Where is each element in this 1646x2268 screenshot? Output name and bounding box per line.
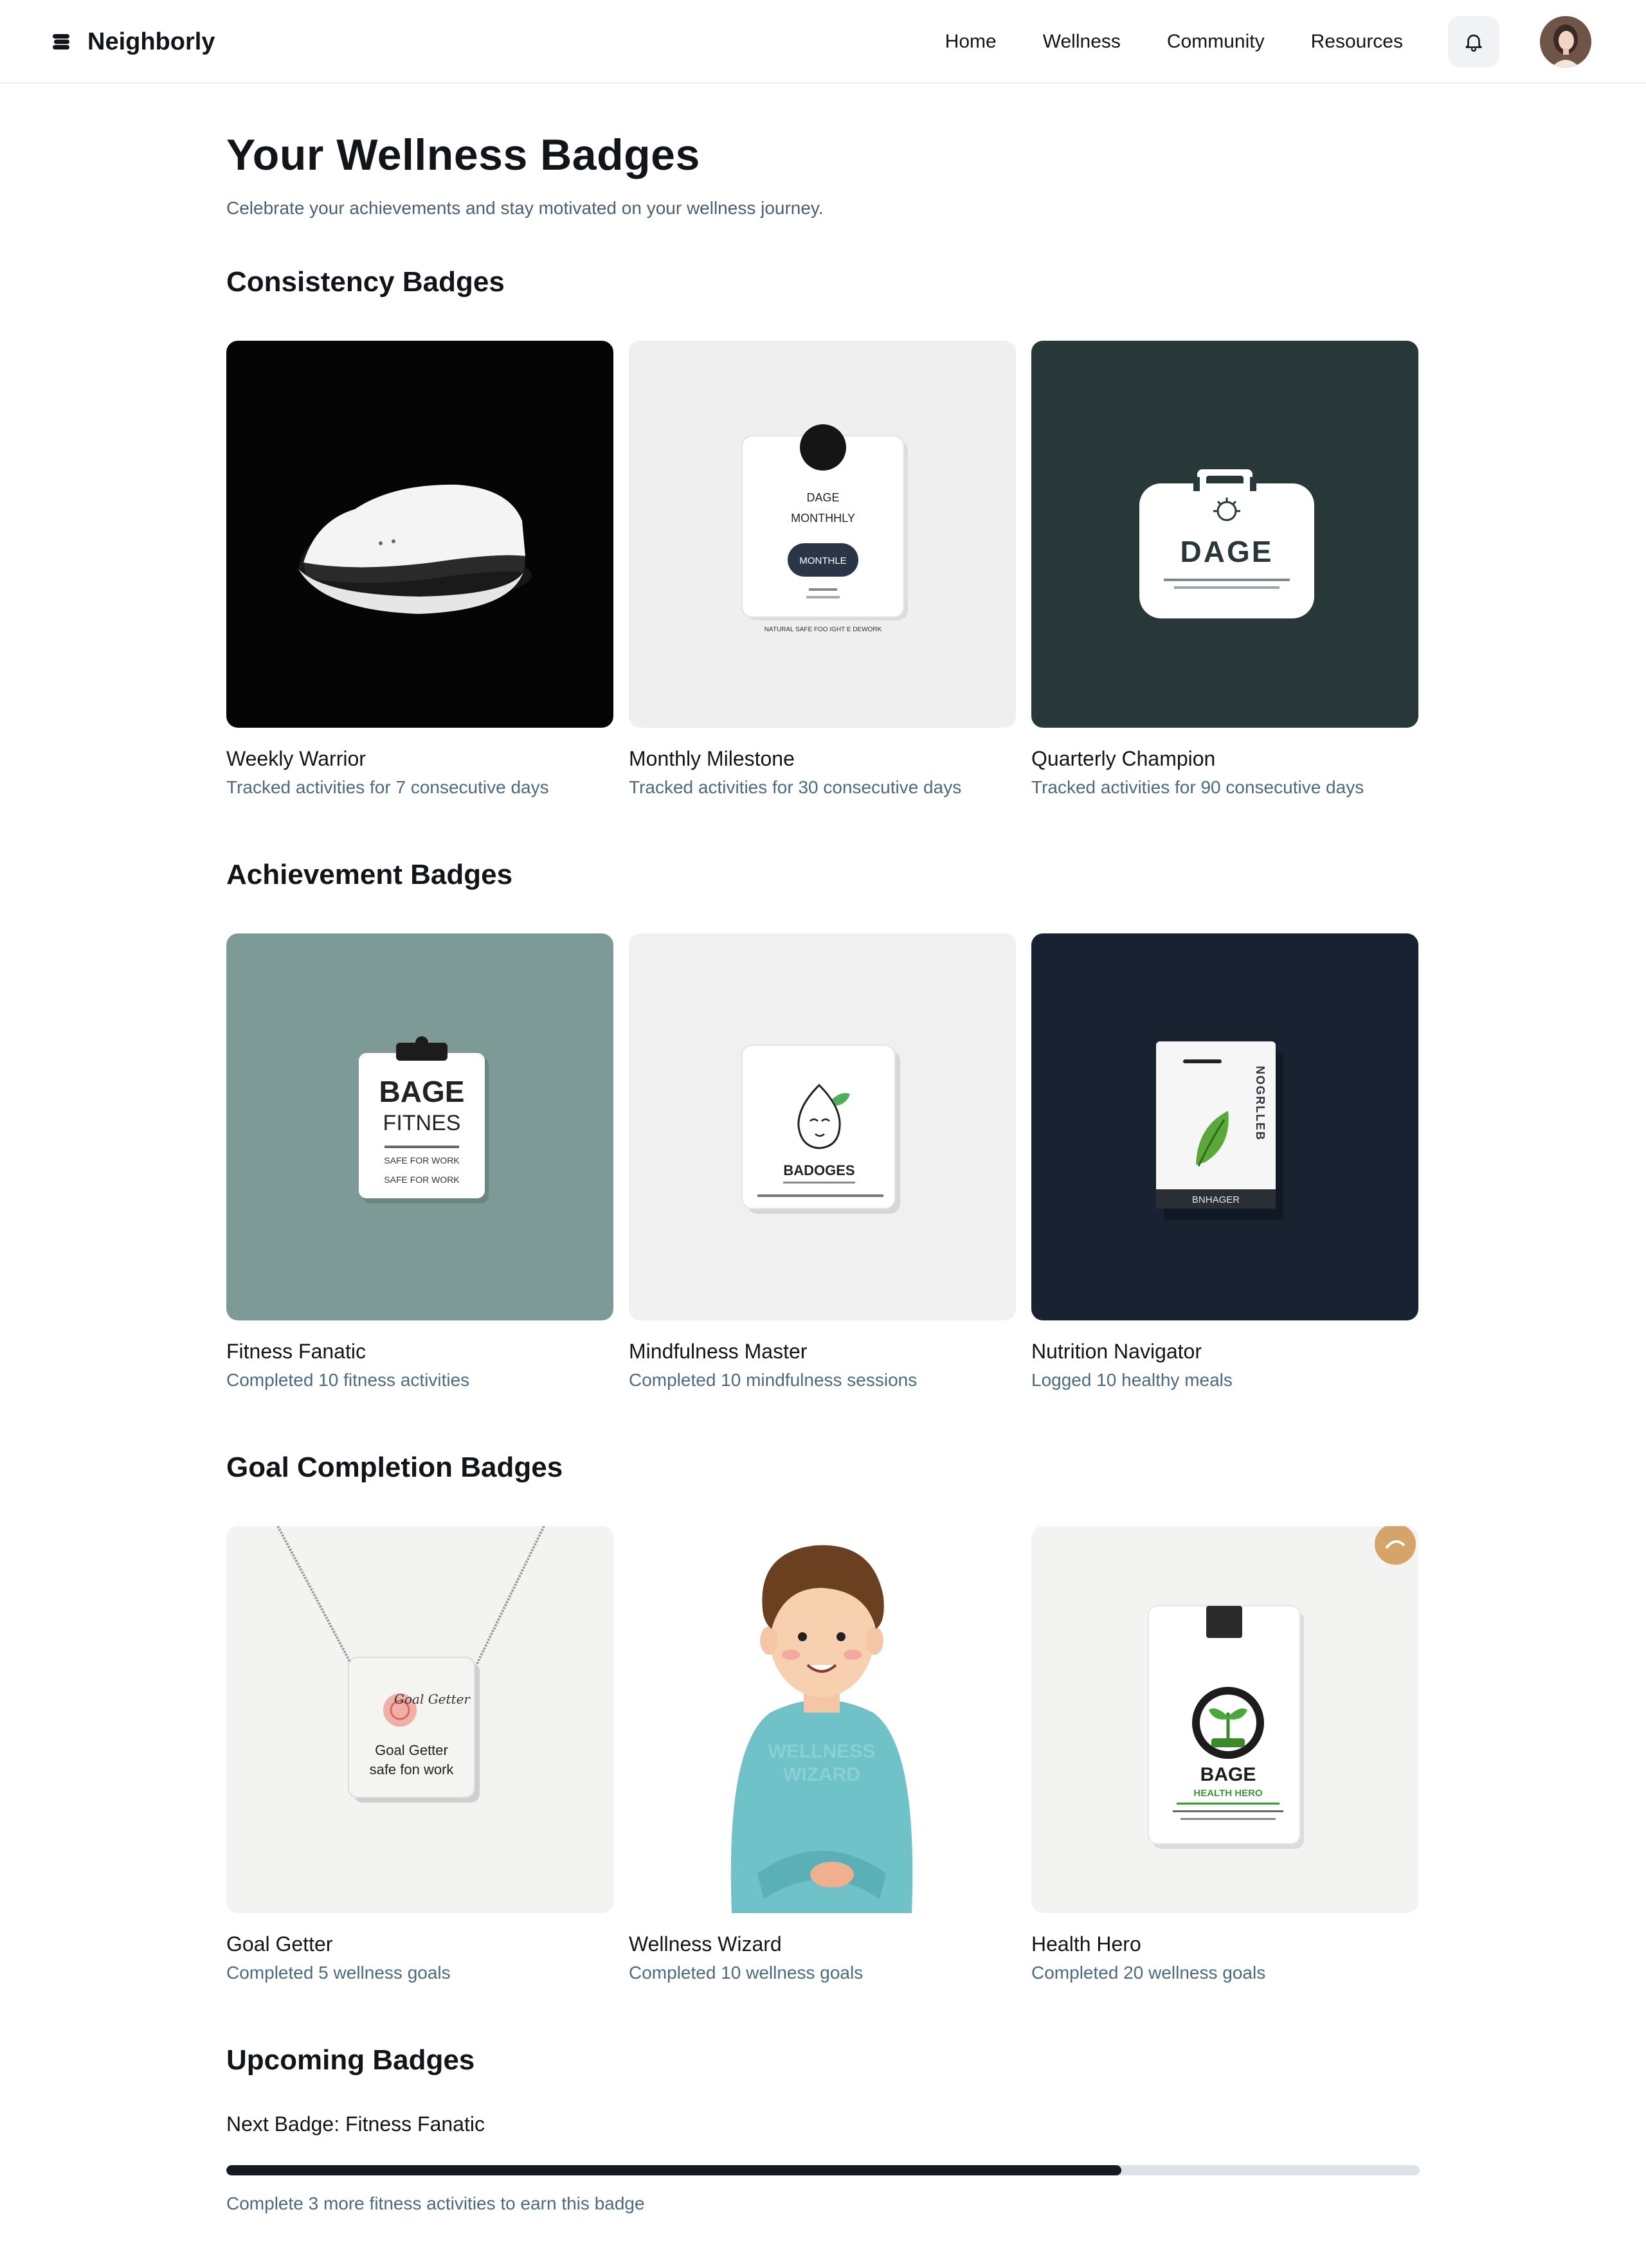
img-text-monthly: MONTHHLY bbox=[791, 512, 855, 525]
img-text-safe: safe fon work bbox=[370, 1761, 455, 1778]
section-title-achievement: Achievement Badges bbox=[226, 859, 513, 890]
img-text-health-hero: HEALTH HERO bbox=[1193, 1788, 1263, 1799]
user-avatar[interactable] bbox=[1540, 16, 1591, 68]
badge-card[interactable]: NOGRLLEB BNHAGER Nutrition Navigator Log… bbox=[1031, 933, 1418, 1390]
img-text-bnhager: BNHAGER bbox=[1192, 1194, 1240, 1205]
nav-home[interactable]: Home bbox=[945, 31, 997, 53]
progress-bar bbox=[226, 2165, 1420, 2175]
img-text-wellness: WELLNESS bbox=[768, 1741, 876, 1762]
notifications-button[interactable] bbox=[1448, 16, 1499, 68]
white-device-icon bbox=[298, 484, 532, 614]
person-illustration-icon: WELLNESS WIZARD bbox=[730, 1545, 913, 1913]
badge-card[interactable]: WELLNESS WIZARD Wellness Wizard Complete… bbox=[629, 1526, 1016, 1983]
img-text-bage: BAGE bbox=[1200, 1764, 1256, 1785]
leaf-badge-icon: NOGRLLEB BNHAGER bbox=[1156, 1041, 1283, 1220]
img-text-script: Goal Getter bbox=[394, 1691, 471, 1707]
badge-image: DAGE MONTHHLY MONTHLE NATURAL SAFE FOO I… bbox=[629, 341, 1016, 728]
nav-wellness[interactable]: Wellness bbox=[1043, 31, 1121, 53]
progress-note: Complete 3 more fitness activities to ea… bbox=[226, 2193, 645, 2213]
badge-image: WELLNESS WIZARD bbox=[629, 1526, 1016, 1913]
bell-icon bbox=[1465, 34, 1482, 52]
img-text-dage: DAGE bbox=[1180, 535, 1274, 568]
badge-card[interactable]: BAGE FITNES SAFE FOR WORK SAFE FOR WORK … bbox=[226, 933, 613, 1390]
badge-image: BAGE HEALTH HERO bbox=[1031, 1526, 1418, 1913]
badge-title: Health Hero bbox=[1031, 1932, 1141, 1956]
img-text-bage: BAGE bbox=[379, 1075, 465, 1108]
img-text-safe: SAFE FOR WORK bbox=[384, 1155, 460, 1166]
plant-badge-icon: BAGE HEALTH HERO bbox=[1148, 1526, 1416, 1849]
page-title: Your Wellness Badges bbox=[226, 130, 700, 179]
img-text-monthle: MONTHLE bbox=[799, 555, 846, 566]
badge-title: Quarterly Champion bbox=[1031, 747, 1216, 770]
badge-description: Completed 20 wellness goals bbox=[1031, 1963, 1266, 1983]
badge-image bbox=[226, 341, 613, 728]
badge-image: BADOGES bbox=[629, 933, 1016, 1320]
img-text-badoges: BADOGES bbox=[783, 1162, 855, 1178]
badge-description: Logged 10 healthy meals bbox=[1031, 1370, 1233, 1390]
section-title-goal: Goal Completion Badges bbox=[226, 1452, 563, 1483]
briefcase-badge-icon: DAGE bbox=[1139, 469, 1314, 618]
section-title-upcoming: Upcoming Badges bbox=[226, 2044, 475, 2076]
badge-description: Completed 10 wellness goals bbox=[629, 1963, 864, 1983]
badge-title: Mindfulness Master bbox=[629, 1340, 808, 1363]
badge-image: BAGE FITNES SAFE FOR WORK SAFE FOR WORK bbox=[226, 933, 613, 1320]
brand-logo-icon bbox=[53, 34, 69, 50]
main-nav: Home Wellness Community Resources bbox=[945, 24, 1403, 59]
badge-grid-achievement: BAGE FITNES SAFE FOR WORK SAFE FOR WORK … bbox=[226, 933, 1420, 1396]
badge-title: Wellness Wizard bbox=[629, 1932, 782, 1956]
badge-card[interactable]: Goal Getter Goal Getter safe fon work Go… bbox=[226, 1526, 613, 1983]
badge-image: DAGE bbox=[1031, 341, 1418, 728]
img-text-footer: NATURAL SAFE FOO IGHT E DEWORK bbox=[764, 626, 882, 633]
mindful-badge-icon: BADOGES bbox=[741, 1045, 900, 1214]
badge-grid-goal: Goal Getter Goal Getter safe fon work Go… bbox=[226, 1526, 1420, 1989]
badge-title: Goal Getter bbox=[226, 1932, 333, 1956]
badge-description: Tracked activities for 90 consecutive da… bbox=[1031, 777, 1364, 797]
badge-description: Completed 10 mindfulness sessions bbox=[629, 1370, 918, 1390]
avatar-portrait-icon bbox=[1540, 16, 1591, 68]
badge-image: NOGRLLEB BNHAGER bbox=[1031, 933, 1418, 1320]
badge-image: Goal Getter Goal Getter safe fon work bbox=[226, 1526, 613, 1913]
brand[interactable]: Neighborly bbox=[51, 24, 215, 59]
img-text-wizard: WIZARD bbox=[783, 1764, 860, 1785]
img-text-dage: DAGE bbox=[806, 491, 839, 504]
page-subtitle: Celebrate your achievements and stay mot… bbox=[226, 198, 824, 218]
badge-card[interactable]: DAGE MONTHHLY MONTHLE NATURAL SAFE FOO I… bbox=[629, 341, 1016, 798]
badge-tag-icon: DAGE MONTHHLY MONTHLE NATURAL SAFE FOO I… bbox=[741, 424, 908, 633]
top-nav-bar: Neighborly Home Wellness Community Resou… bbox=[0, 0, 1646, 84]
brand-name: Neighborly bbox=[87, 28, 215, 55]
progress-bar-fill bbox=[226, 2165, 1121, 2175]
nav-resources[interactable]: Resources bbox=[1311, 31, 1403, 53]
nav-community[interactable]: Community bbox=[1167, 31, 1265, 53]
necklace-badge-icon: Goal Getter Goal Getter safe fon work bbox=[276, 1526, 545, 1803]
img-text-safe-2: SAFE FOR WORK bbox=[384, 1174, 460, 1185]
clipboard-badge-icon: BAGE FITNES SAFE FOR WORK SAFE FOR WORK bbox=[359, 1036, 489, 1203]
badge-card[interactable]: BAGE HEALTH HERO Health Hero Completed 2… bbox=[1031, 1526, 1418, 1983]
img-text-goal-getter: Goal Getter bbox=[375, 1742, 448, 1758]
badge-description: Completed 5 wellness goals bbox=[226, 1963, 451, 1983]
badge-title: Nutrition Navigator bbox=[1031, 1340, 1202, 1363]
img-text-vertical: NOGRLLEB bbox=[1254, 1066, 1267, 1141]
badge-description: Completed 10 fitness activities bbox=[226, 1370, 470, 1390]
badge-card[interactable]: Weekly Warrior Tracked activities for 7 … bbox=[226, 341, 613, 798]
badge-title: Weekly Warrior bbox=[226, 747, 366, 770]
badge-grid-consistency: Weekly Warrior Tracked activities for 7 … bbox=[226, 341, 1420, 804]
badge-title: Fitness Fanatic bbox=[226, 1340, 366, 1363]
section-title-consistency: Consistency Badges bbox=[226, 266, 505, 298]
badge-description: Tracked activities for 7 consecutive day… bbox=[226, 777, 549, 797]
img-text-fitnes: FITNES bbox=[383, 1111, 461, 1135]
badge-card[interactable]: DAGE Quarterly Champion Tracked activiti… bbox=[1031, 341, 1418, 798]
badge-description: Tracked activities for 30 consecutive da… bbox=[629, 777, 962, 797]
badge-card[interactable]: BADOGES Mindfulness Master Completed 10 … bbox=[629, 933, 1016, 1390]
badge-title: Monthly Milestone bbox=[629, 747, 795, 770]
next-badge-label: Next Badge: Fitness Fanatic bbox=[226, 2112, 485, 2136]
